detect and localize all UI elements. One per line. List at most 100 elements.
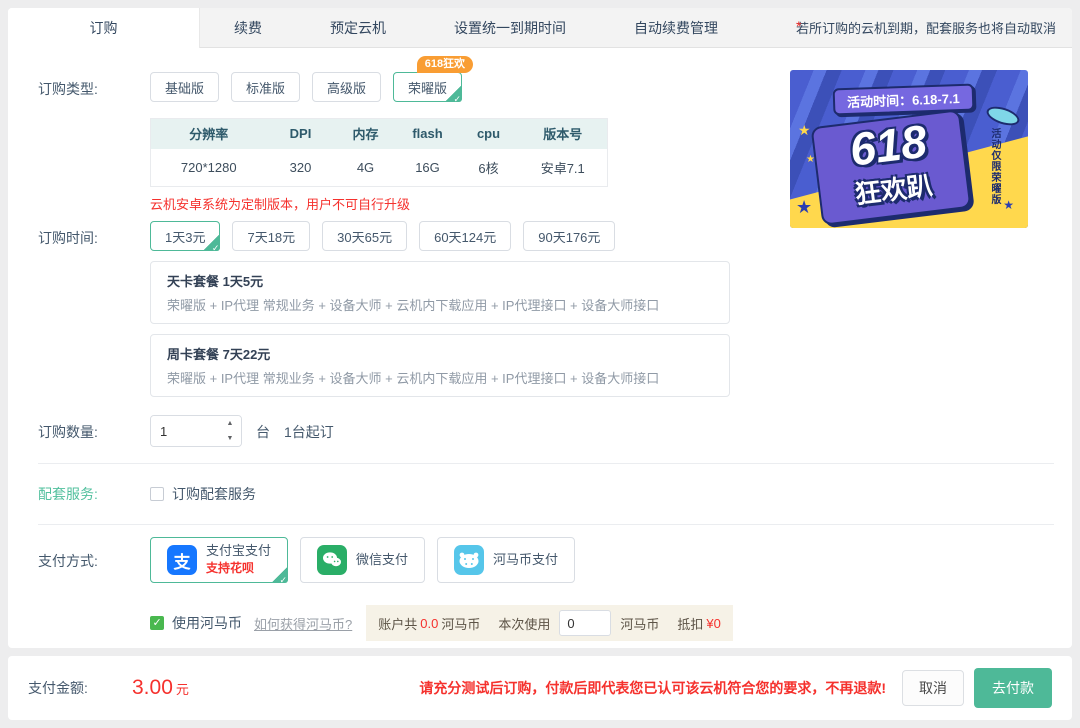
cell-cpu: 6核 (458, 148, 519, 187)
payment-row: 支付方式: 支 支付宝支付 支持花呗 ✓ 微信支付 河马币支付 ✓ 使用河马币 … (8, 537, 1072, 648)
use-amount-prefix: 本次使用 (498, 616, 551, 632)
selected-check-icon (203, 234, 221, 251)
alipay-icon: 支 (167, 545, 197, 575)
spec-table-header-row: 分辨率 DPI 内存 flash cpu 版本号 (150, 118, 608, 149)
tab-auto-renew-management[interactable]: 自动续费管理 (600, 8, 752, 47)
coin-unit: 河马币 (620, 616, 660, 632)
deduct-value: ¥0 (706, 615, 721, 631)
col-flash: flash (396, 118, 459, 149)
week-package-title: 周卡套餐 7天22元 (167, 347, 271, 362)
quantity-label: 订购数量: (38, 424, 98, 440)
order-type-label: 订购类型: (38, 81, 98, 97)
payment-label: 支付方式: (38, 553, 98, 569)
star-icon: ★ (973, 167, 986, 183)
system-note: 云机安卓系统为定制版本，用户不可自行升级 (150, 197, 411, 212)
time-60day-button[interactable]: 60天124元 (419, 221, 512, 251)
use-coin-checkbox-line[interactable]: 使用河马币 (150, 613, 242, 633)
coin-usage-row: 使用河马币 如何获得河马币? 账户共0.0河马币 本次使用 河马币 抵扣¥0 (150, 605, 733, 641)
spec-table: 分辨率 DPI 内存 flash cpu 版本号 720*1280 320 4G… (150, 118, 608, 187)
use-coin-label: 使用河马币 (172, 615, 242, 631)
col-version: 版本号 (518, 118, 608, 149)
coin-amount-input[interactable] (559, 610, 612, 636)
time-1day-label: 1天3元 (165, 229, 206, 245)
order-type-options: 基础版 标准版 高级版 荣曜版 618狂欢 (150, 56, 608, 102)
banner-plaque: 618 狂欢趴 (810, 109, 972, 226)
wechat-icon (317, 545, 348, 575)
week-package-card[interactable]: 周卡套餐 7天22元 荣曜版 + IP代理 常规业务 + 设备大师 + 云机内下… (150, 334, 730, 397)
cell-memory: 4G (334, 148, 397, 187)
services-checkbox-label: 订购配套服务 (172, 486, 256, 502)
promo-banner-618[interactable]: ★ ★ ★ ★ ★ 活动时间：6.18-7.1 618 狂欢趴 活动仅限荣曜版 (790, 70, 1028, 228)
banner-side-text: 活动仅限荣曜版 (989, 128, 1000, 205)
account-suffix: 河马币 (441, 616, 481, 632)
order-type-content: 基础版 标准版 高级版 荣曜版 618狂欢 分辨率 DPI (150, 56, 608, 213)
pay-amount-label: 支付金额: (28, 680, 88, 696)
time-7day-button[interactable]: 7天18元 (232, 221, 311, 251)
ufo-icon (984, 103, 1022, 129)
how-to-get-coin-link[interactable]: 如何获得河马币? (254, 614, 352, 633)
services-checkbox-line[interactable]: 订购配套服务 (150, 484, 256, 504)
use-coin-checkbox[interactable] (150, 616, 164, 630)
divider (38, 524, 1054, 525)
time-90day-button[interactable]: 90天176元 (523, 221, 616, 251)
col-resolution: 分辨率 (150, 118, 267, 149)
tab-renew[interactable]: 续费 (200, 8, 296, 47)
day-package-card[interactable]: 天卡套餐 1天5元 荣曜版 + IP代理 常规业务 + 设备大师 + 云机内下载… (150, 261, 730, 324)
tab-unified-expiry[interactable]: 设置统一到期时间 (420, 8, 600, 47)
cell-resolution: 720*1280 (150, 148, 267, 187)
hippo-coin-label: 河马币支付 (493, 551, 559, 567)
order-time-row: 订购时间: 1天3元 7天18元 30天65元 60天124元 90天176元 … (8, 221, 1072, 397)
col-memory: 内存 (334, 118, 397, 149)
stepper-buttons: ▲ ▼ (219, 416, 241, 446)
cancel-button[interactable]: 取消 (902, 670, 964, 706)
payment-methods: 支 支付宝支付 支持花呗 ✓ 微信支付 河马币支付 (150, 537, 733, 583)
cell-version: 安卓7.1 (518, 148, 608, 187)
stepper-down-icon[interactable]: ▼ (219, 431, 241, 446)
divider (38, 463, 1054, 464)
asterisk-icon: * (795, 18, 802, 34)
hippo-coin-method-button[interactable]: 河马币支付 (437, 537, 576, 583)
selected-check-icon (271, 566, 289, 583)
no-refund-warning: 请充分测试后订购，付款后即代表您已认可该云机符合您的要求，不再退款! (419, 680, 886, 696)
type-basic-button[interactable]: 基础版 (150, 72, 220, 102)
quantity-input[interactable] (151, 416, 219, 446)
tab-reserve[interactable]: 预定云机 (296, 8, 420, 47)
quantity-stepper[interactable]: ▲ ▼ (150, 415, 242, 447)
order-page: 订购 续费 预定云机 设置统一到期时间 自动续费管理 * 若所订购的云机到期，配套… (0, 0, 1080, 728)
alipay-labels: 支付宝支付 支持花呗 (206, 543, 272, 575)
pay-amount: 3.00 元 (132, 676, 189, 699)
services-checkbox[interactable] (150, 487, 164, 501)
cell-flash: 16G (396, 148, 459, 187)
alipay-method-button[interactable]: 支 支付宝支付 支持花呗 (150, 537, 289, 583)
type-glory-button[interactable]: 荣曜版 618狂欢 (393, 56, 474, 102)
day-package-title: 天卡套餐 1天5元 (167, 274, 264, 289)
payment-content: 支 支付宝支付 支持花呗 ✓ 微信支付 河马币支付 ✓ 使用河马币 如何获得河马… (150, 537, 733, 648)
star-icon: ★ (798, 122, 811, 138)
star-icon: ★ (796, 197, 813, 217)
go-pay-button[interactable]: 去付款 (974, 668, 1052, 708)
account-balance: 0.0 (420, 615, 439, 631)
order-time-label: 订购时间: (38, 230, 98, 246)
order-time-options: 1天3元 7天18元 30天65元 60天124元 90天176元 (150, 221, 730, 251)
wechat-method-button[interactable]: 微信支付 (300, 537, 426, 583)
services-row: 配套服务: 订购配套服务 (8, 484, 1072, 504)
quantity-row: 订购数量: ▲ ▼ 台 1台起订 (8, 415, 1072, 447)
hippo-icon (454, 545, 485, 575)
cell-dpi: 320 (266, 148, 335, 187)
week-package-desc: 荣曜版 + IP代理 常规业务 + 设备大师 + 云机内下载应用 + IP代理接… (167, 371, 660, 386)
coin-balance-strip: 账户共0.0河马币 本次使用 河马币 抵扣¥0 (366, 605, 733, 641)
tab-order[interactable]: 订购 (8, 8, 200, 48)
promo-badge: 618狂欢 (416, 56, 474, 74)
day-package-desc: 荣曜版 + IP代理 常规业务 + 设备大师 + 云机内下载应用 + IP代理接… (167, 298, 660, 313)
type-advanced-button[interactable]: 高级版 (312, 72, 382, 102)
time-1day-button[interactable]: 1天3元 (150, 221, 221, 251)
pay-footer-bar: 支付金额: 3.00 元 请充分测试后订购，付款后即代表您已认可该云机符合您的要求… (8, 656, 1072, 720)
quantity-hint: 1台起订 (284, 424, 334, 440)
time-30day-button[interactable]: 30天65元 (322, 221, 408, 251)
huabei-support-label: 支持花呗 (206, 561, 255, 575)
type-standard-button[interactable]: 标准版 (231, 72, 301, 102)
quantity-unit: 台 (256, 424, 270, 440)
stepper-up-icon[interactable]: ▲ (219, 416, 241, 431)
type-glory-label: 荣曜版 (408, 80, 448, 96)
tab-bar: 订购 续费 预定云机 设置统一到期时间 自动续费管理 * 若所订购的云机到期，配套… (8, 8, 1072, 48)
